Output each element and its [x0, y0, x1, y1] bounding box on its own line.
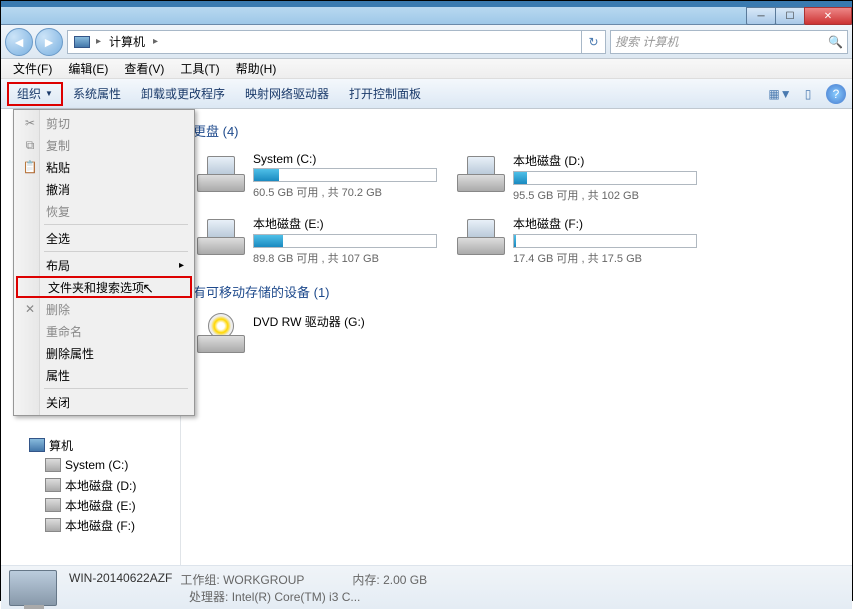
computer-name: WIN-20140622AZF [69, 571, 172, 588]
menu-layout[interactable]: 布局▸ [16, 254, 192, 276]
drive-item-dvd[interactable]: DVD RW 驱动器 (G:) [193, 309, 441, 357]
organize-menu: ✂剪切 ⧉复制 📋粘贴 撤消 恢复 全选 布局▸ 文件夹和搜索选项↖ ✕删除 重… [13, 109, 195, 416]
address-bar[interactable]: ▸ 计算机 ▸ [67, 30, 582, 54]
system-properties-button[interactable]: 系统属性 [63, 82, 131, 106]
paste-icon: 📋 [22, 160, 38, 174]
uninstall-programs-button[interactable]: 卸载或更改程序 [131, 82, 235, 106]
menu-bar: 文件(F) 编辑(E) 查看(V) 工具(T) 帮助(H) [1, 59, 852, 79]
path-arrow-icon: ▸ [94, 36, 103, 47]
cut-icon: ✂ [22, 116, 38, 130]
menu-remove-properties[interactable]: 删除属性 [16, 342, 192, 364]
menu-properties[interactable]: 属性 [16, 364, 192, 386]
cursor-icon: ↖ [142, 280, 154, 297]
drive-item[interactable]: 本地磁盘 (D:) 95.5 GB 可用 , 共 102 GB [453, 148, 701, 207]
drive-icon [457, 215, 505, 255]
drive-name: System (C:) [253, 152, 437, 166]
preview-pane-button[interactable]: ▯ [798, 84, 818, 104]
tree-item-drive-e[interactable]: 本地磁盘 (E:) [1, 495, 180, 515]
title-bar: ─ ☐ ✕ [1, 7, 852, 25]
forward-button[interactable]: ► [35, 28, 63, 56]
menu-help[interactable]: 帮助(H) [228, 59, 285, 78]
maximize-button[interactable]: ☐ [775, 7, 805, 25]
menu-redo[interactable]: 恢复 [16, 200, 192, 222]
refresh-button[interactable]: ↻ [582, 30, 606, 54]
drive-stat: 17.4 GB 可用 , 共 17.5 GB [513, 250, 697, 266]
drive-icon [45, 518, 61, 532]
tree-item-computer[interactable]: 算机 [1, 435, 180, 455]
chevron-down-icon: ▼ [45, 89, 53, 98]
menu-copy[interactable]: ⧉复制 [16, 134, 192, 156]
tree-item-drive-f[interactable]: 本地磁盘 (F:) [1, 515, 180, 535]
drive-item[interactable]: 本地磁盘 (E:) 89.8 GB 可用 , 共 107 GB [193, 211, 441, 270]
submenu-arrow-icon: ▸ [179, 260, 184, 271]
path-arrow-icon: ▸ [151, 36, 160, 47]
minimize-button[interactable]: ─ [746, 7, 776, 25]
computer-large-icon [9, 570, 57, 606]
drive-item[interactable]: 本地磁盘 (F:) 17.4 GB 可用 , 共 17.5 GB [453, 211, 701, 270]
drive-icon [457, 152, 505, 192]
menu-cut[interactable]: ✂剪切 [16, 112, 192, 134]
menu-select-all[interactable]: 全选 [16, 227, 192, 249]
drive-icon [45, 478, 61, 492]
drive-item[interactable]: System (C:) 60.5 GB 可用 , 共 70.2 GB [193, 148, 441, 207]
drive-name: 本地磁盘 (F:) [513, 215, 697, 232]
copy-icon: ⧉ [22, 138, 38, 153]
drive-stat: 95.5 GB 可用 , 共 102 GB [513, 187, 697, 203]
view-mode-button[interactable]: ▦▼ [770, 84, 790, 104]
computer-icon [74, 36, 90, 48]
nav-bar: ◄ ► ▸ 计算机 ▸ ↻ 搜索 计算机 🔍 [1, 25, 852, 59]
menu-view[interactable]: 查看(V) [116, 59, 172, 78]
menu-rename[interactable]: 重命名 [16, 320, 192, 342]
drive-name: DVD RW 驱动器 (G:) [253, 313, 437, 330]
search-input[interactable]: 搜索 计算机 🔍 [610, 30, 848, 54]
map-drive-button[interactable]: 映射网络驱动器 [235, 82, 339, 106]
content-area: 更盘 (4) System (C:) 60.5 GB 可用 , 共 70.2 G… [181, 109, 852, 565]
group-removable[interactable]: 有可移动存储的设备 (1) [193, 282, 840, 301]
organize-button[interactable]: 组织▼ [7, 82, 63, 106]
drive-icon [197, 215, 245, 255]
computer-icon [29, 438, 45, 452]
dvd-icon [197, 313, 245, 353]
drive-usage-bar [513, 234, 697, 248]
menu-folder-options[interactable]: 文件夹和搜索选项↖ [16, 276, 192, 298]
menu-undo[interactable]: 撤消 [16, 178, 192, 200]
group-hard-disks[interactable]: 更盘 (4) [193, 121, 840, 140]
drive-name: 本地磁盘 (D:) [513, 152, 697, 169]
path-segment-computer[interactable]: 计算机 [103, 31, 151, 53]
search-icon: 🔍 [828, 35, 843, 49]
search-placeholder: 搜索 计算机 [615, 33, 678, 50]
tree-item-drive-c[interactable]: System (C:) [1, 455, 180, 475]
menu-delete[interactable]: ✕删除 [16, 298, 192, 320]
menu-close[interactable]: 关闭 [16, 391, 192, 413]
drive-stat: 89.8 GB 可用 , 共 107 GB [253, 250, 437, 266]
delete-icon: ✕ [22, 302, 38, 316]
menu-file[interactable]: 文件(F) [5, 59, 60, 78]
menu-edit[interactable]: 编辑(E) [60, 59, 116, 78]
drive-usage-bar [253, 168, 437, 182]
back-button[interactable]: ◄ [5, 28, 33, 56]
drive-icon [197, 152, 245, 192]
menu-tools[interactable]: 工具(T) [172, 59, 227, 78]
drive-usage-bar [513, 171, 697, 185]
control-panel-button[interactable]: 打开控制面板 [339, 82, 431, 106]
tree-item-drive-d[interactable]: 本地磁盘 (D:) [1, 475, 180, 495]
menu-paste[interactable]: 📋粘贴 [16, 156, 192, 178]
drive-stat: 60.5 GB 可用 , 共 70.2 GB [253, 184, 437, 200]
close-button[interactable]: ✕ [804, 7, 852, 25]
drive-name: 本地磁盘 (E:) [253, 215, 437, 232]
help-button[interactable]: ? [826, 84, 846, 104]
drive-icon [45, 498, 61, 512]
drive-usage-bar [253, 234, 437, 248]
drive-icon [45, 458, 61, 472]
details-pane: WIN-20140622AZF 工作组: WORKGROUP 内存: 2.00 … [1, 565, 852, 609]
toolbar: 组织▼ 系统属性 卸载或更改程序 映射网络驱动器 打开控制面板 ▦▼ ▯ ? [1, 79, 852, 109]
